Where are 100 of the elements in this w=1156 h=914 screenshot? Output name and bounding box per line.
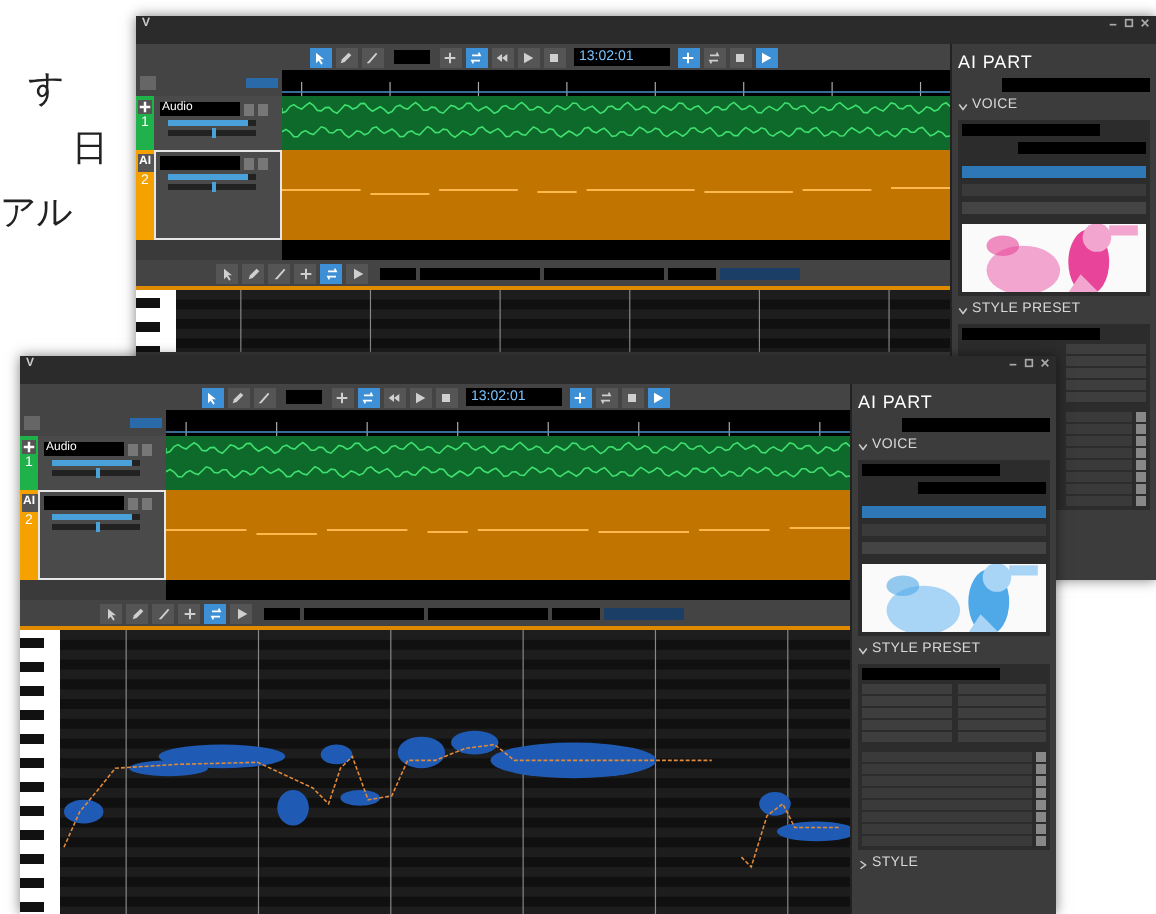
crosshair-icon	[297, 265, 313, 281]
tool-button[interactable]	[227, 387, 249, 407]
crosshair-icon	[334, 389, 350, 405]
tool-button[interactable]	[309, 47, 331, 67]
tool-button[interactable]	[201, 387, 223, 407]
tool-button[interactable]	[465, 47, 487, 67]
dropdown-field[interactable]	[428, 607, 548, 619]
tool-button[interactable]	[335, 47, 357, 67]
caption-text: 日	[72, 128, 108, 168]
tool-button[interactable]	[435, 387, 457, 407]
tool-button[interactable]	[383, 387, 405, 407]
mute-button[interactable]	[244, 157, 254, 169]
stop-icon	[624, 389, 640, 405]
tool-button[interactable]	[677, 47, 699, 67]
tool-button[interactable]	[729, 47, 751, 67]
pan-slider[interactable]	[52, 470, 140, 476]
minimize-icon[interactable]	[1108, 18, 1118, 28]
panel-title: AI PART	[858, 390, 935, 414]
minimize-icon[interactable]	[1008, 358, 1018, 368]
pointer-icon	[312, 49, 328, 65]
tool-button[interactable]	[357, 387, 379, 407]
dropdown-field[interactable]	[285, 390, 321, 404]
crosshair-icon	[442, 49, 458, 65]
tool-button[interactable]	[294, 263, 316, 283]
dropdown-field[interactable]	[304, 607, 424, 619]
pencil-icon	[338, 49, 354, 65]
input-field[interactable]	[862, 464, 1000, 476]
dropdown-field[interactable]	[668, 267, 716, 279]
dropdown-field[interactable]	[1017, 142, 1146, 154]
tool-button[interactable]	[331, 387, 353, 407]
play-icon	[349, 265, 365, 281]
dropdown-field[interactable]	[380, 267, 416, 279]
mute-button[interactable]	[128, 443, 138, 455]
play-icon	[412, 389, 428, 405]
tool-button[interactable]	[242, 263, 264, 283]
dropdown-field[interactable]	[264, 607, 300, 619]
input-field[interactable]	[902, 418, 1050, 432]
tool-button[interactable]	[647, 387, 669, 407]
tool-button[interactable]	[346, 263, 368, 283]
pan-slider[interactable]	[168, 184, 256, 190]
dropdown-field[interactable]	[544, 267, 664, 279]
close-icon[interactable]	[1140, 18, 1150, 28]
plus-icon	[138, 100, 152, 114]
pointer-icon	[204, 389, 220, 405]
solo-button[interactable]	[142, 443, 152, 455]
tool-button[interactable]	[152, 603, 174, 623]
tool-button[interactable]	[253, 387, 275, 407]
tool-button[interactable]	[409, 387, 431, 407]
tool-button[interactable]	[126, 603, 148, 623]
mute-button[interactable]	[244, 103, 254, 115]
tool-button[interactable]	[268, 263, 290, 283]
add-track-button[interactable]	[24, 416, 40, 430]
stop-icon	[546, 49, 562, 65]
tool-button[interactable]	[569, 387, 591, 407]
piano-keyboard[interactable]	[136, 290, 176, 352]
track-name-field[interactable]	[44, 496, 124, 510]
track-name-field[interactable]	[160, 156, 240, 170]
tool-button[interactable]	[100, 603, 122, 623]
close-icon[interactable]	[1040, 358, 1050, 368]
maximize-icon[interactable]	[1024, 358, 1034, 368]
tool-button[interactable]	[204, 603, 226, 623]
tool-button[interactable]	[517, 47, 539, 67]
pan-slider[interactable]	[52, 524, 140, 530]
tool-button[interactable]	[755, 47, 777, 67]
caption-text: アル	[0, 192, 72, 232]
input-field[interactable]	[246, 78, 278, 88]
dropdown-field[interactable]	[604, 607, 684, 619]
pan-slider[interactable]	[168, 130, 256, 136]
dropdown-field[interactable]	[393, 50, 429, 64]
dropdown-field[interactable]	[720, 267, 800, 279]
tool-button[interactable]	[595, 387, 617, 407]
tool-button[interactable]	[703, 47, 725, 67]
tool-button[interactable]	[230, 603, 252, 623]
input-field[interactable]	[962, 124, 1100, 136]
input-field[interactable]	[130, 418, 162, 428]
solo-button[interactable]	[258, 103, 268, 115]
loop-icon	[207, 605, 223, 621]
piano-keyboard[interactable]	[20, 630, 60, 914]
solo-button[interactable]	[142, 497, 152, 509]
mute-button[interactable]	[128, 497, 138, 509]
tool-button[interactable]	[320, 263, 342, 283]
solo-button[interactable]	[258, 157, 268, 169]
tool-button[interactable]	[621, 387, 643, 407]
dropdown-field[interactable]	[552, 607, 600, 619]
tool-button[interactable]	[361, 47, 383, 67]
play-icon	[758, 49, 774, 65]
tool-button[interactable]	[178, 603, 200, 623]
tool-button[interactable]	[439, 47, 461, 67]
add-track-button[interactable]	[140, 76, 156, 90]
input-field[interactable]	[962, 328, 1100, 340]
input-field[interactable]	[862, 668, 1000, 680]
play-icon	[650, 389, 666, 405]
tool-button[interactable]	[491, 47, 513, 67]
dropdown-field[interactable]	[917, 482, 1046, 494]
input-field[interactable]	[1002, 78, 1150, 92]
tool-button[interactable]	[543, 47, 565, 67]
tool-button[interactable]	[216, 263, 238, 283]
dropdown-field[interactable]	[420, 267, 540, 279]
maximize-icon[interactable]	[1124, 18, 1134, 28]
stop-icon	[732, 49, 748, 65]
